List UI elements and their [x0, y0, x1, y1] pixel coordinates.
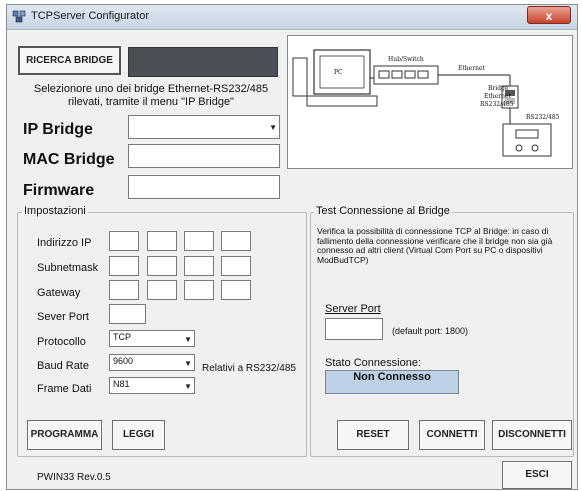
ip-bridge-select[interactable]: ▼: [128, 115, 280, 139]
subnet-octet-3[interactable]: [184, 256, 214, 276]
serial-device: [502, 123, 552, 157]
reset-button[interactable]: RESET: [337, 420, 409, 450]
gateway-octet-1[interactable]: [109, 280, 139, 300]
bridge-label-3: RS232/485: [480, 101, 514, 108]
gateway-octet-4[interactable]: [221, 280, 251, 300]
bridge-label-1: Bridge: [488, 85, 509, 92]
gateway-octet-2[interactable]: [147, 280, 177, 300]
test-connection-title: Test Connessione al Bridge: [314, 205, 452, 217]
chevron-down-icon: ▼: [184, 382, 192, 391]
subnet-octet-4[interactable]: [221, 256, 251, 276]
test-server-port-field[interactable]: [325, 318, 383, 340]
rs-label: RS232/485: [526, 114, 560, 121]
pc-label: PC: [334, 69, 343, 76]
title-bar[interactable]: TCPServer Configurator x: [7, 5, 577, 30]
program-button-label: PROGRAMMA: [30, 429, 99, 440]
disconnect-button[interactable]: DISCONNETTI: [492, 420, 572, 450]
chevron-down-icon: ▼: [184, 359, 192, 368]
test-server-port-label: Server Port: [325, 303, 381, 315]
connect-button[interactable]: CONNETTI: [419, 420, 485, 450]
read-button-label: LEGGI: [122, 429, 155, 440]
read-button[interactable]: LEGGI: [112, 420, 165, 450]
ip-octet-2[interactable]: [147, 231, 177, 251]
chevron-down-icon: ▼: [269, 123, 277, 132]
test-description: Verifica la possibilità di connessione T…: [317, 226, 553, 265]
ip-bridge-label: IP Bridge: [23, 121, 93, 138]
mac-bridge-label: MAC Bridge: [23, 151, 115, 168]
search-bridge-button[interactable]: RICERCA BRIDGE: [18, 46, 121, 75]
protocol-label: Protocollo: [37, 336, 86, 348]
disconnect-button-label: DISCONNETTI: [498, 429, 566, 440]
search-instructions: Selezionore uno dei bridge Ethernet-RS23…: [33, 83, 269, 108]
frame-data-label: Frame Dati: [37, 383, 92, 395]
subnet-octet-2[interactable]: [147, 256, 177, 276]
window-title: TCPServer Configurator: [31, 10, 149, 22]
search-bridge-label: RICERCA BRIDGE: [26, 55, 113, 66]
search-status-display: [128, 47, 278, 77]
server-port-field[interactable]: [109, 304, 146, 324]
exit-button[interactable]: ESCI: [502, 461, 572, 489]
subnet-octet-1[interactable]: [109, 256, 139, 276]
gateway-octet-3[interactable]: [184, 280, 214, 300]
version-label: PWIN33 Rev.0.5: [37, 472, 111, 483]
ip-octet-1[interactable]: [109, 231, 139, 251]
frame-data-select[interactable]: N81 ▼: [109, 377, 195, 394]
ip-octet-3[interactable]: [184, 231, 214, 251]
ip-octet-4[interactable]: [221, 231, 251, 251]
server-port-label: Sever Port: [37, 311, 89, 323]
baud-rate-select[interactable]: 9600 ▼: [109, 354, 195, 371]
reset-button-label: RESET: [356, 429, 390, 440]
ip-address-label: Indirizzo IP: [37, 237, 92, 249]
ethernet-label: Ethernet: [458, 65, 485, 72]
chevron-down-icon: ▼: [184, 335, 192, 344]
gateway-label: Gateway: [37, 287, 81, 299]
default-port-note: (default port: 1800): [392, 326, 469, 336]
baud-rate-label: Baud Rate: [37, 360, 89, 372]
close-icon: x: [545, 9, 553, 23]
main-window: TCPServer Configurator x RICERCA BRIDGE …: [6, 4, 578, 490]
connection-status-badge: Non Connesso: [325, 370, 459, 394]
bridge-label-2: Ethernet: [484, 93, 511, 100]
connect-button-label: CONNETTI: [426, 429, 478, 440]
relativi-note: Relativi a RS232/485: [202, 363, 296, 374]
protocol-select[interactable]: TCP ▼: [109, 330, 195, 347]
network-diagram: PC Hub/Switch Ethernet Bridge Ethernet R…: [287, 35, 573, 169]
close-button[interactable]: x: [527, 6, 571, 24]
mac-bridge-field[interactable]: [128, 144, 280, 168]
connection-status-value: Non Connesso: [353, 371, 431, 383]
hub-label: Hub/Switch: [388, 56, 424, 63]
subnet-label: Subnetmask: [37, 262, 99, 274]
program-button[interactable]: PROGRAMMA: [27, 420, 102, 450]
exit-button-label: ESCI: [525, 469, 549, 480]
app-icon: [12, 10, 26, 23]
settings-group-title: Impostazioni: [22, 205, 88, 217]
firmware-field[interactable]: [128, 175, 280, 199]
firmware-label: Firmware: [23, 182, 95, 199]
connection-status-label: Stato Connessione:: [325, 357, 422, 369]
